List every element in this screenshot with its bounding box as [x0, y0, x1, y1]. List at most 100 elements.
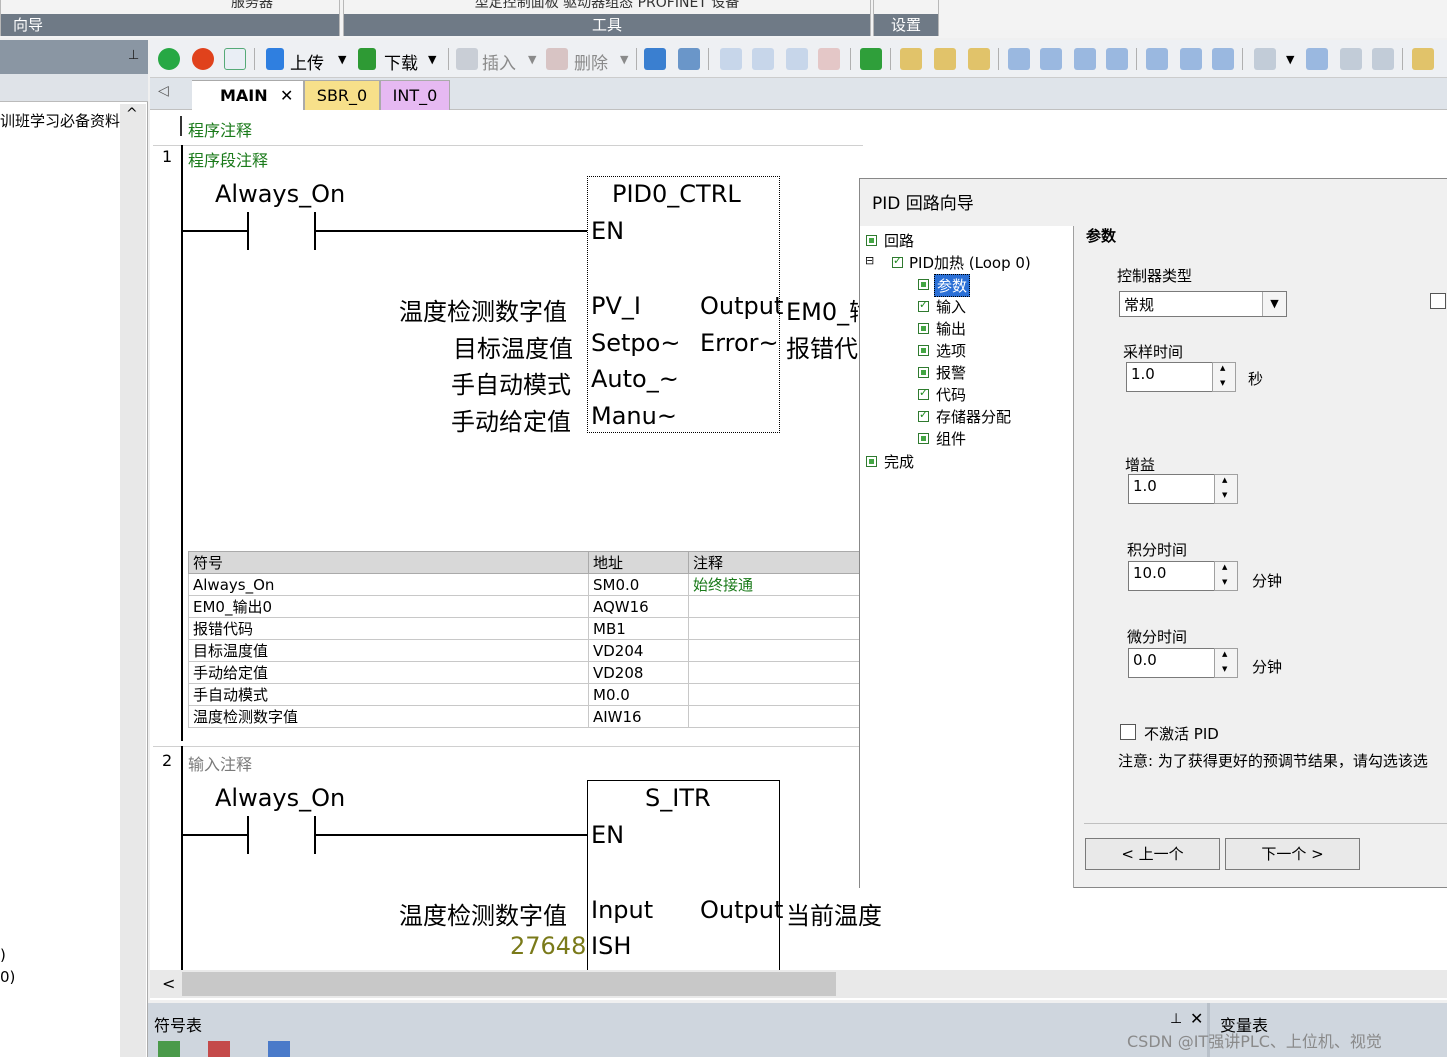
table-tool-icon[interactable]	[268, 1041, 290, 1057]
gain-spinner[interactable]	[1214, 474, 1238, 504]
output-var[interactable]: 当前温度	[786, 896, 882, 931]
bookmark-icon[interactable]	[720, 48, 742, 70]
upload-dropdown-icon[interactable]: ▼	[338, 53, 346, 66]
scroll-thumb[interactable]	[182, 972, 836, 996]
insert-button[interactable]: 插入	[482, 49, 516, 74]
input-var[interactable]: 目标温度值	[453, 329, 573, 364]
edit-icon[interactable]	[1340, 48, 1362, 70]
bookmark-clear-icon[interactable]	[818, 48, 840, 70]
coil-icon[interactable]	[1180, 48, 1202, 70]
go-icon[interactable]	[860, 48, 882, 70]
edit-all-icon[interactable]	[1372, 48, 1394, 70]
tree-item-memory[interactable]: 存储器分配	[936, 406, 1011, 427]
run-icon[interactable]	[158, 48, 180, 70]
tree-item-loop0[interactable]: PID加热 (Loop 0)	[909, 252, 1031, 273]
input-var[interactable]: 温度检测数字值	[399, 292, 567, 327]
unlock-icon[interactable]	[934, 48, 956, 70]
upload-button[interactable]: 上传	[290, 49, 324, 74]
tree-item-output[interactable]: 输出	[936, 318, 966, 339]
tree-item-loops[interactable]: 回路	[884, 230, 914, 251]
tree-item-components[interactable]: 组件	[936, 428, 966, 449]
scroll-left-icon[interactable]: <	[162, 974, 175, 993]
table-row[interactable]: Always_On SM0.0 始终接通	[188, 573, 860, 596]
contact-label[interactable]: Always_On	[215, 180, 345, 208]
ribbon-group-label-settings[interactable]: 设置	[874, 14, 938, 36]
tree-item-options[interactable]: 选项	[936, 340, 966, 361]
add-row-icon[interactable]	[158, 1041, 180, 1057]
input-var[interactable]: 手自动模式	[451, 365, 571, 400]
delete-button[interactable]: 删除	[574, 49, 608, 74]
key-icon[interactable]	[1412, 48, 1434, 70]
program-comment[interactable]: 程序注释	[188, 117, 252, 141]
network-icon[interactable]	[678, 48, 700, 70]
scroll-up-icon[interactable]: ^	[126, 106, 138, 122]
deactivate-pid-label[interactable]: 不激活 PID	[1144, 723, 1219, 744]
option-checkbox[interactable]	[1430, 293, 1446, 309]
insert-dropdown-icon[interactable]: ▼	[528, 53, 536, 66]
expand-icon[interactable]: ⊟	[865, 254, 874, 267]
editor-hscrollbar[interactable]: <	[150, 970, 1447, 998]
tab-main[interactable]: MAIN ✕	[192, 80, 304, 110]
deactivate-pid-checkbox[interactable]	[1120, 724, 1136, 740]
table-row[interactable]: EM0_输出0 AQW16	[188, 595, 860, 618]
label-icon[interactable]	[1254, 48, 1276, 70]
delete-dropdown-icon[interactable]: ▼	[620, 53, 628, 66]
box-icon[interactable]	[1212, 48, 1234, 70]
table-icon[interactable]	[1306, 48, 1328, 70]
tree-item-training-docs[interactable]: 训班学习必备资料	[0, 110, 120, 131]
compile-icon[interactable]	[224, 48, 246, 70]
close-icon[interactable]: ✕	[1190, 1009, 1203, 1028]
ribbon-group-label-tools[interactable]: 工具	[344, 14, 870, 36]
pin-icon[interactable]: ⊥	[1170, 1011, 1182, 1027]
line-branch-icon[interactable]	[1008, 48, 1030, 70]
tree-item-params[interactable]: 参数	[934, 274, 971, 297]
lock-icon[interactable]	[900, 48, 922, 70]
download-icon[interactable]	[358, 48, 376, 70]
integral-time-spinner[interactable]	[1214, 561, 1238, 591]
lock-all-icon[interactable]	[968, 48, 990, 70]
chevron-down-icon[interactable]: ▼	[1262, 292, 1286, 316]
pin-icon[interactable]: ⊥	[128, 48, 139, 63]
network-comment[interactable]: 输入注释	[188, 751, 252, 775]
constant-value[interactable]: 27648	[510, 932, 586, 960]
table-row[interactable]: 报错代码 MB1	[188, 617, 860, 640]
next-button[interactable]: 下一个 >	[1225, 838, 1360, 870]
download-dropdown-icon[interactable]: ▼	[428, 53, 436, 66]
output-var[interactable]: 报错代	[786, 329, 858, 364]
contact-label[interactable]: Always_On	[215, 784, 345, 812]
sample-time-input[interactable]: 1.0	[1126, 362, 1212, 392]
upload-icon[interactable]	[266, 48, 284, 70]
gain-input[interactable]: 1.0	[1128, 474, 1214, 504]
table-row[interactable]: 手动给定值 VD208	[188, 661, 860, 684]
integral-time-input[interactable]: 10.0	[1128, 561, 1214, 591]
tree-item-finish[interactable]: 完成	[884, 451, 914, 472]
derivative-time-spinner[interactable]	[1214, 648, 1238, 678]
tree-item-input[interactable]: 输入	[936, 296, 966, 317]
table-row[interactable]: 手自动模式 M0.0	[188, 683, 860, 706]
prev-button[interactable]: < 上一个	[1085, 838, 1220, 870]
tree-item-alarms[interactable]: 报警	[936, 362, 966, 383]
input-var[interactable]: 温度检测数字值	[399, 896, 567, 931]
sample-time-spinner[interactable]	[1212, 362, 1236, 392]
bookmark-prev-icon[interactable]	[752, 48, 774, 70]
delete-icon[interactable]	[546, 48, 568, 70]
bookmark-next-icon[interactable]	[786, 48, 808, 70]
tab-sbr0[interactable]: SBR_0	[304, 80, 380, 110]
contact-left[interactable]	[247, 212, 249, 250]
table-row[interactable]: 温度检测数字值 AIW16	[188, 705, 860, 728]
network-comment[interactable]: 程序段注释	[188, 147, 268, 171]
line-right-icon[interactable]	[1106, 48, 1128, 70]
tree-scrollbar[interactable]: ^	[120, 104, 146, 1057]
tree-item-code[interactable]: 代码	[936, 384, 966, 405]
insert-icon[interactable]	[456, 48, 478, 70]
tab-int0[interactable]: INT_0	[380, 80, 450, 110]
delete-row-icon[interactable]	[208, 1041, 230, 1057]
network-icon[interactable]	[644, 48, 666, 70]
line-down-icon[interactable]	[1040, 48, 1062, 70]
contact-left[interactable]	[247, 816, 249, 854]
tab-scroll-left-icon[interactable]: ◁	[158, 83, 169, 99]
stop-icon[interactable]	[192, 48, 214, 70]
controller-type-select[interactable]: 常规 ▼	[1119, 291, 1287, 317]
download-button[interactable]: 下载	[384, 49, 418, 74]
derivative-time-input[interactable]: 0.0	[1128, 648, 1214, 678]
